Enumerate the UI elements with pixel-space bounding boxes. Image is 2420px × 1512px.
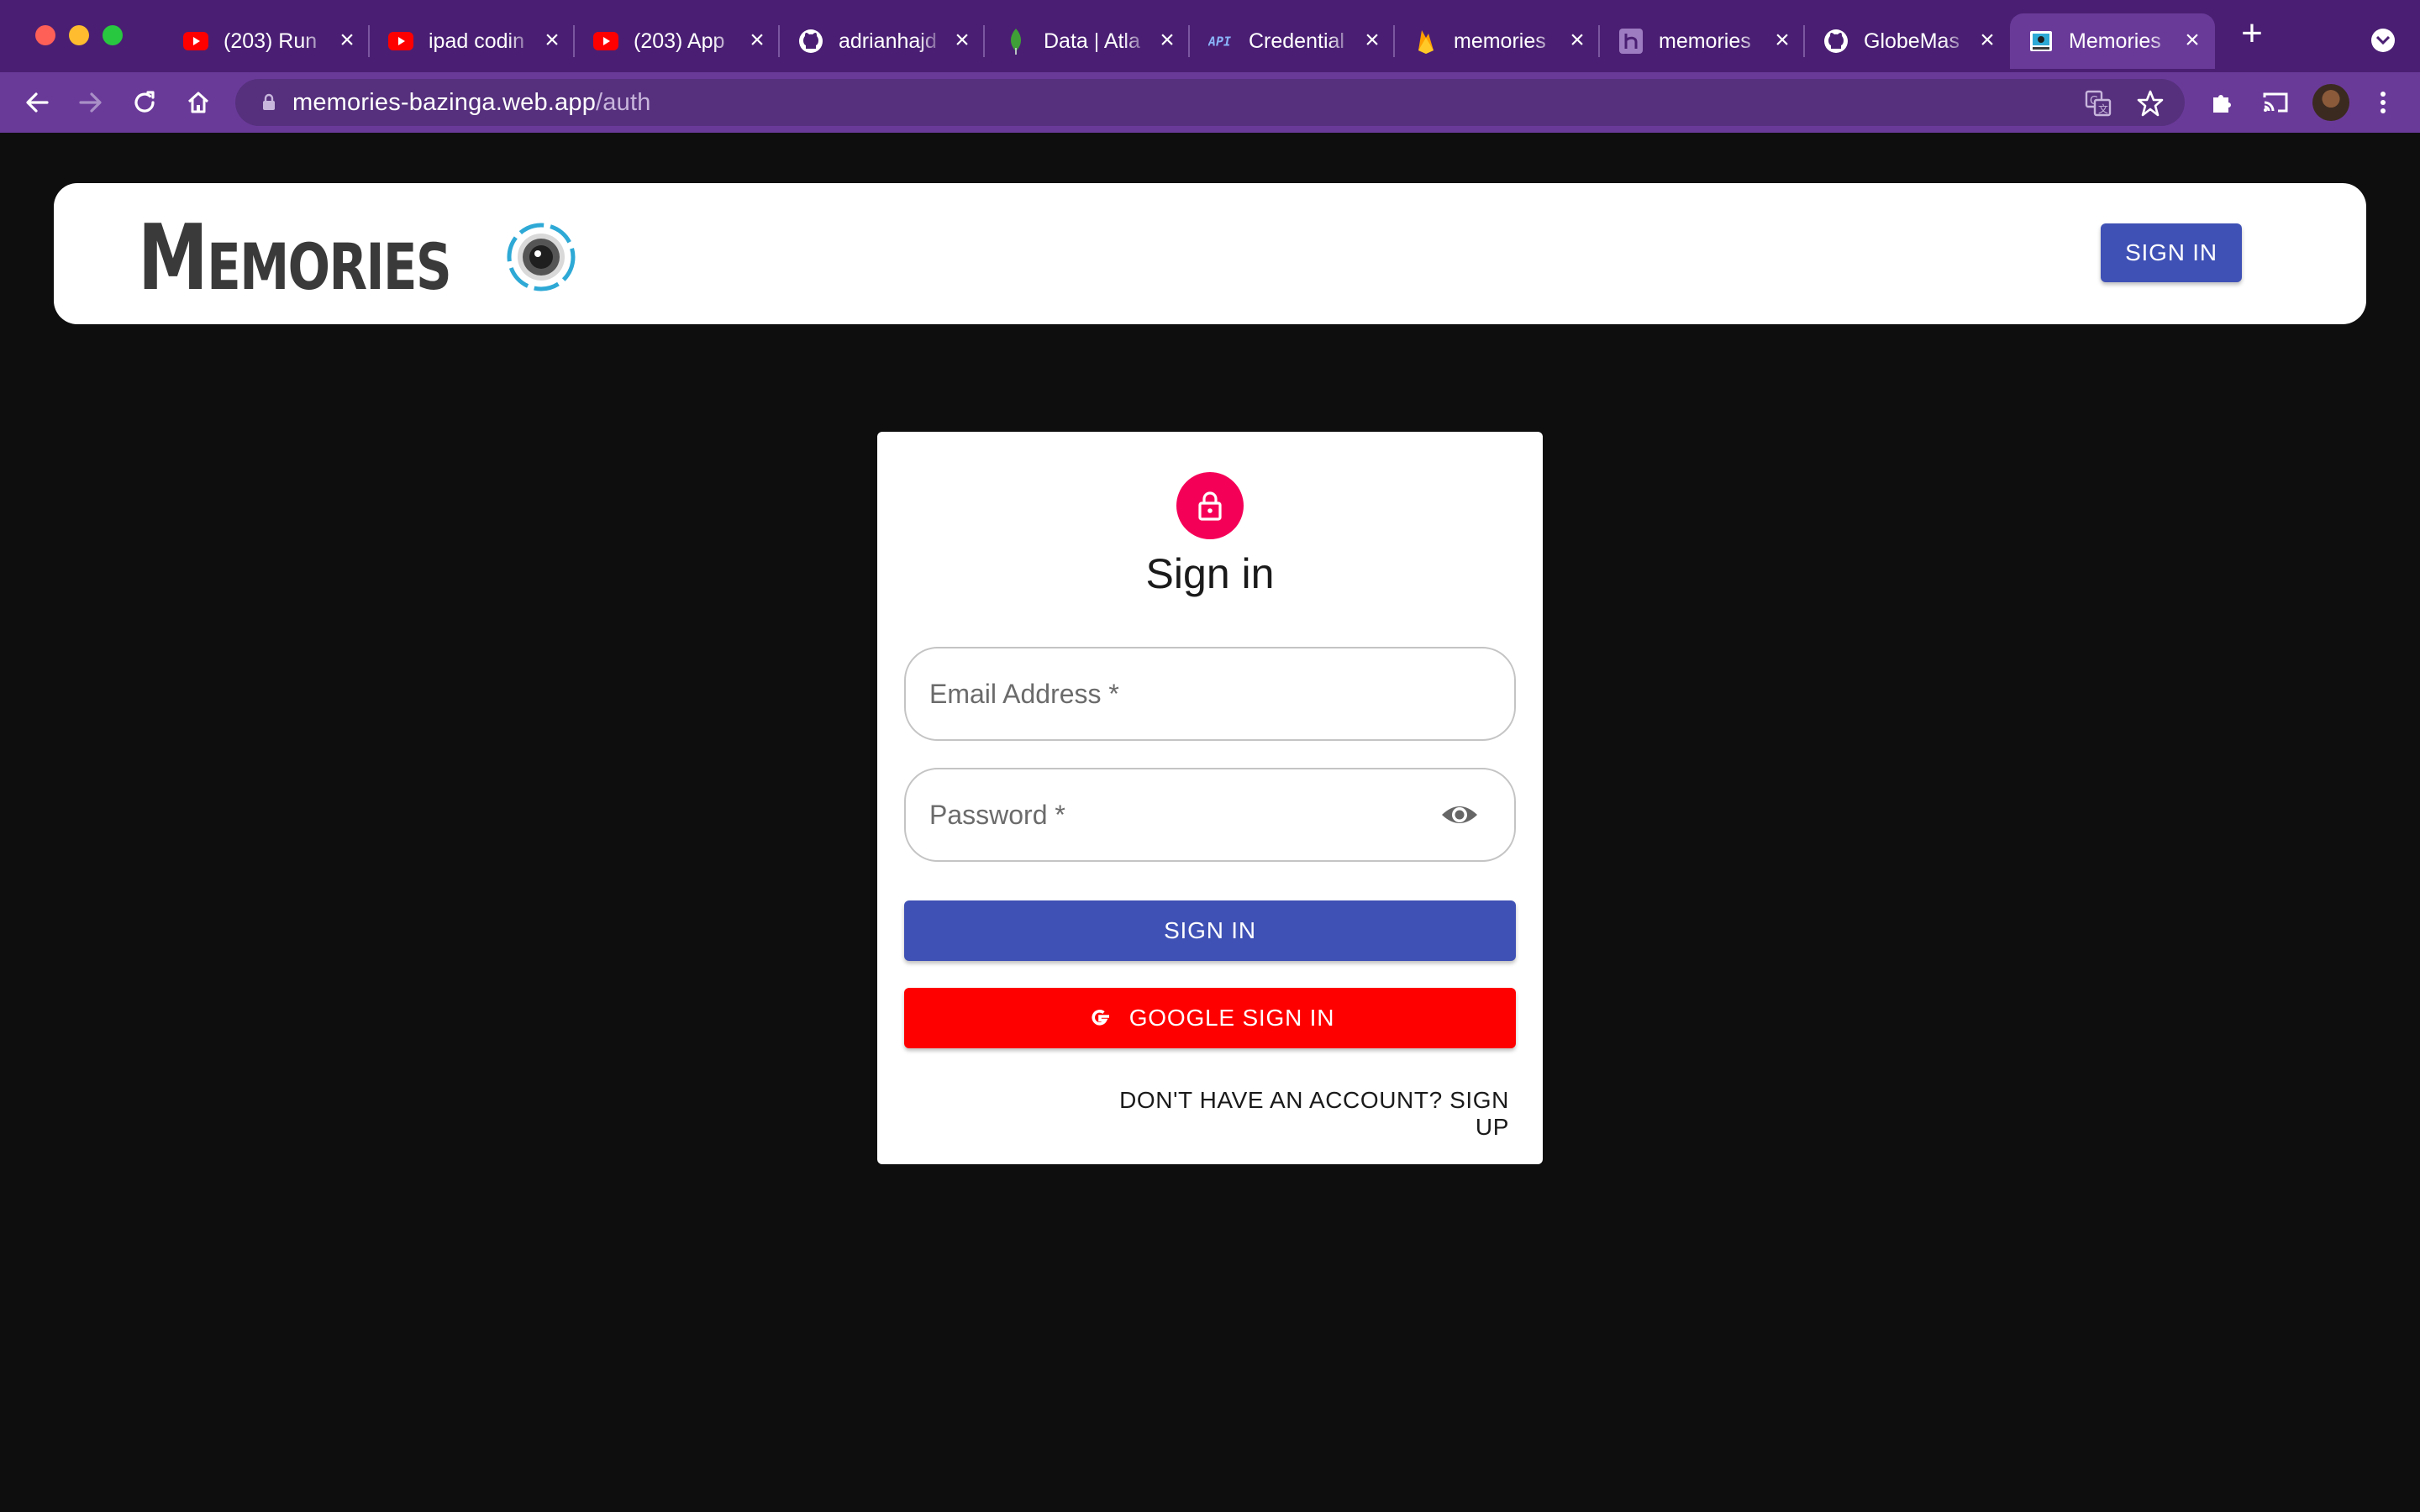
tab-separator	[573, 25, 575, 57]
home-button[interactable]	[182, 86, 215, 119]
header-signin-button[interactable]: SIGN IN	[2101, 223, 2242, 282]
signup-switch-link[interactable]: DON'T HAVE AN ACCOUNT? SIGN UP	[1079, 1087, 1509, 1140]
tab-separator	[1188, 25, 1190, 57]
youtube-icon	[593, 29, 618, 54]
new-tab-button[interactable]: +	[2235, 15, 2269, 52]
chevron-down-icon	[2376, 36, 2390, 45]
browser-menu-button[interactable]	[2366, 86, 2400, 119]
google-signin-button[interactable]: GOOGLE SIGN IN	[904, 988, 1516, 1048]
browser-tab-bar: (203) Run × ipad codin × (203) App × adrianhaj…	[0, 0, 2420, 72]
maximize-window-button[interactable]	[103, 25, 123, 45]
tab-title: (203) App	[634, 29, 725, 53]
tab-title: (203) Run	[224, 29, 318, 53]
youtube-icon	[183, 29, 208, 54]
memories-favicon-icon	[2028, 29, 2054, 54]
close-tab-icon[interactable]: ×	[1976, 28, 1998, 53]
address-bar[interactable]: memories-bazinga.web.app/auth G文	[235, 79, 2185, 126]
close-tab-icon[interactable]: ×	[1566, 28, 1588, 53]
cast-icon	[2263, 92, 2288, 113]
reload-button[interactable]	[128, 86, 161, 119]
forward-button[interactable]	[74, 86, 108, 119]
google-signin-label: GOOGLE SIGN IN	[1128, 1005, 1335, 1031]
tab-search-button[interactable]	[2371, 29, 2395, 52]
password-field-wrapper	[904, 768, 1516, 862]
browser-tab[interactable]: Data | Atla ×	[985, 13, 1190, 69]
tab-title: GlobeMas	[1864, 29, 1960, 53]
signin-card: Sign in SIGN IN GOOGLE SIGN IN DON'T HAV…	[877, 432, 1543, 1164]
cast-button[interactable]	[2259, 86, 2292, 119]
profile-avatar[interactable]	[2312, 84, 2349, 121]
browser-toolbar: memories-bazinga.web.app/auth G文	[0, 72, 2420, 133]
app-bar: Memories SIGN IN	[54, 183, 2366, 324]
tab-separator	[778, 25, 780, 57]
tab-title: memories	[1659, 29, 1751, 53]
close-window-button[interactable]	[35, 25, 55, 45]
home-icon	[187, 92, 209, 113]
camera-lens-icon	[507, 223, 576, 291]
url-text: memories-bazinga.web.app/auth	[292, 89, 651, 116]
tab-separator	[1598, 25, 1600, 57]
browser-tab[interactable]: (203) Run ×	[165, 13, 370, 69]
password-field[interactable]	[906, 769, 1514, 860]
mongodb-leaf-icon	[1003, 29, 1028, 55]
tab-separator	[983, 25, 985, 57]
github-icon	[798, 29, 823, 54]
tab-title: adrianhajd	[839, 29, 937, 53]
lock-icon	[263, 93, 275, 110]
brand-logo-text[interactable]: Memories	[138, 213, 452, 304]
browser-tab[interactable]: ipad codin ×	[370, 13, 575, 69]
more-vertical-icon	[2381, 92, 2386, 113]
browser-tab[interactable]: (203) App ×	[575, 13, 780, 69]
close-tab-icon[interactable]: ×	[1361, 28, 1383, 53]
browser-tab[interactable]: API Credential ×	[1190, 13, 1395, 69]
extensions-button[interactable]	[2205, 86, 2238, 119]
tab-title: ipad codin	[429, 29, 524, 53]
translate-icon[interactable]: G文	[2084, 89, 2112, 118]
heroku-icon	[1618, 29, 1644, 54]
tab-title: Memories	[2069, 29, 2161, 53]
youtube-icon	[388, 29, 413, 54]
svg-text:API: API	[1208, 34, 1231, 49]
tab-separator	[1393, 25, 1395, 57]
browser-tab[interactable]: adrianhajd ×	[780, 13, 985, 69]
close-tab-icon[interactable]: ×	[951, 28, 973, 53]
minimize-window-button[interactable]	[69, 25, 89, 45]
google-g-icon	[1092, 1010, 1109, 1026]
browser-tab[interactable]: memories ×	[1600, 13, 1805, 69]
svg-text:文: 文	[2098, 102, 2108, 115]
browser-tab[interactable]: GlobeMas ×	[1805, 13, 2010, 69]
close-tab-icon[interactable]: ×	[2181, 28, 2203, 53]
email-field[interactable]	[906, 648, 1514, 739]
visibility-icon[interactable]	[1440, 798, 1479, 832]
close-tab-icon[interactable]: ×	[1156, 28, 1178, 53]
close-tab-icon[interactable]: ×	[1771, 28, 1793, 53]
firebase-icon	[1413, 29, 1439, 54]
email-field-wrapper	[904, 647, 1516, 741]
lock-avatar	[1176, 472, 1244, 539]
back-button[interactable]	[20, 86, 54, 119]
close-tab-icon[interactable]: ×	[541, 28, 563, 53]
tab-title: memories	[1454, 29, 1546, 53]
tab-title: Data | Atla	[1044, 29, 1140, 53]
reload-icon	[134, 91, 155, 113]
github-icon	[1823, 29, 1849, 54]
tab-title: Credential	[1249, 29, 1344, 53]
signin-submit-button[interactable]: SIGN IN	[904, 900, 1516, 961]
close-tab-icon[interactable]: ×	[746, 28, 768, 53]
tab-separator	[1803, 25, 1805, 57]
bookmark-star-icon[interactable]	[2136, 89, 2165, 118]
puzzle-icon	[2213, 95, 2231, 113]
tab-separator	[368, 25, 370, 57]
browser-tab[interactable]: Memories ×	[2010, 13, 2215, 69]
arrow-left-icon	[26, 92, 49, 113]
browser-tab[interactable]: memories ×	[1395, 13, 1600, 69]
api-icon: API	[1208, 29, 1234, 54]
close-tab-icon[interactable]: ×	[336, 28, 358, 53]
signin-title: Sign in	[1145, 550, 1275, 597]
arrow-right-icon	[79, 92, 102, 113]
lock-outline-icon	[1198, 491, 1222, 521]
